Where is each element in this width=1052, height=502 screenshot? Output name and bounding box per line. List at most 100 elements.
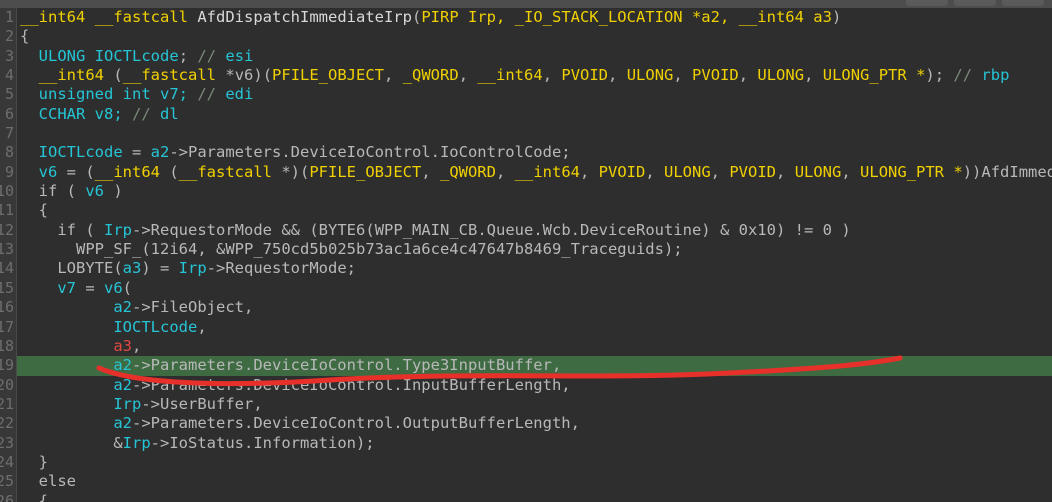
code-line[interactable]: v7 = v6( bbox=[0, 279, 1052, 298]
code-token: Irp, bbox=[458, 8, 515, 26]
code-line[interactable]: a2->FileObject, bbox=[0, 298, 1052, 317]
code-token: WPP_MAIN_CB bbox=[374, 220, 478, 239]
code-token: Parameters.DeviceIoControl.OutputBufferL… bbox=[150, 414, 580, 433]
code-line-highlighted[interactable]: a2->Parameters.DeviceIoControl.Type3Inpu… bbox=[0, 356, 1052, 376]
line-number: 6 bbox=[4, 104, 14, 123]
line-number: 19 bbox=[0, 356, 14, 375]
code-line[interactable]: IOCTLcode, bbox=[0, 318, 1052, 337]
code-area[interactable]: __int64 __fastcall AfdDispatchImmediateI… bbox=[0, 8, 1052, 502]
code-line[interactable]: Irp->UserBuffer, bbox=[0, 395, 1052, 414]
code-token: , bbox=[804, 66, 823, 85]
code-token: ( bbox=[113, 66, 123, 85]
close-button[interactable] bbox=[1002, 0, 1044, 6]
code-token: __int64 bbox=[738, 8, 804, 26]
code-line[interactable]: a2->Parameters.DeviceIoControl.InputBuff… bbox=[0, 376, 1052, 395]
code-token: v7 bbox=[57, 278, 76, 297]
code-token: dl bbox=[160, 104, 179, 123]
code-token: , bbox=[776, 162, 795, 181]
code-token: PVOID bbox=[692, 66, 739, 85]
code-token: , bbox=[608, 66, 627, 85]
code-token: if bbox=[38, 182, 58, 201]
code-line[interactable]: { bbox=[0, 492, 1052, 502]
code-line[interactable]: LOBYTE(a3) = Irp->RequestorMode; bbox=[0, 259, 1052, 278]
code-line[interactable]: ULONG IOCTLcode; // esi bbox=[0, 47, 1052, 66]
code-token: Irp bbox=[122, 433, 151, 452]
line-number: 20 bbox=[0, 375, 14, 394]
code-token: , bbox=[673, 66, 693, 85]
code-token: ( bbox=[113, 259, 123, 278]
code-token: -> bbox=[132, 220, 151, 239]
code-token: PVOID bbox=[598, 162, 646, 181]
code-token: WPP_750cd5b025b73ac1a6ce4c47647b8469_Tra… bbox=[225, 240, 664, 259]
code-token: rbp bbox=[981, 66, 1010, 85]
window-title-bar[interactable] bbox=[0, 0, 1052, 8]
code-line[interactable]: IOCTLcode = a2->Parameters.DeviceIoContr… bbox=[0, 143, 1052, 162]
code-line[interactable]: a3, bbox=[0, 337, 1052, 356]
code-line[interactable]: WPP_SF_(12i64, &WPP_750cd5b025b73ac1a6ce… bbox=[0, 240, 1052, 259]
code-token: __fastcall bbox=[122, 66, 217, 85]
code-token: __int64 bbox=[514, 162, 580, 181]
code-token: ) = bbox=[141, 259, 179, 278]
code-line[interactable]: __int64 __fastcall AfdDispatchImmediateI… bbox=[0, 8, 1052, 27]
line-number: 13 bbox=[0, 240, 14, 259]
code-line[interactable]: if ( Irp->RequestorMode && (BYTE6(WPP_MA… bbox=[0, 221, 1052, 240]
code-token: { bbox=[38, 491, 49, 502]
code-token: a3 bbox=[803, 8, 832, 26]
line-number: 15 bbox=[0, 278, 14, 297]
code-token: v7; bbox=[150, 85, 198, 104]
code-token: // bbox=[132, 104, 161, 123]
code-line[interactable]: a2->Parameters.DeviceIoControl.OutputBuf… bbox=[0, 414, 1052, 433]
code-token: a3 bbox=[113, 336, 132, 355]
code-token: __fastcall bbox=[94, 8, 188, 26]
code-line[interactable] bbox=[0, 124, 1052, 143]
code-line[interactable]: else bbox=[0, 472, 1052, 491]
code-token: = bbox=[76, 278, 104, 297]
code-line[interactable]: unsigned int v7; // edi bbox=[0, 85, 1052, 104]
code-token: ULONG bbox=[794, 162, 842, 181]
code-line[interactable]: __int64 (__fastcall *v6)(PFILE_OBJECT, _… bbox=[0, 66, 1052, 85]
code-token: a3 bbox=[122, 259, 142, 278]
code-token: a2 bbox=[113, 298, 132, 317]
code-token: _IO_STACK_LOCATION bbox=[514, 8, 683, 26]
line-number: 25 bbox=[0, 472, 14, 491]
code-token: PVOID bbox=[561, 66, 609, 85]
code-line[interactable]: } bbox=[0, 453, 1052, 472]
code-token: Parameters.DeviceIoControl.IoControlCode… bbox=[188, 143, 571, 162]
window-controls bbox=[0, 0, 1052, 8]
code-token: -> bbox=[132, 375, 151, 394]
code-line[interactable]: &Irp->IoStatus.Information); bbox=[0, 434, 1052, 453]
decompiler-window: 1 2 3 4 5 6 7 8 9 10 11 12 13 14 15 16 17 18 19 20 21 22 23 24 2… bbox=[0, 0, 1052, 502]
maximize-button[interactable] bbox=[954, 0, 996, 6]
line-number: 23 bbox=[0, 433, 14, 452]
pseudocode-editor[interactable]: 1 2 3 4 5 6 7 8 9 10 11 12 13 14 15 16 17 18 19 20 21 22 23 24 2… bbox=[0, 8, 1052, 502]
line-number-gutter: 1 2 3 4 5 6 7 8 9 10 11 12 13 14 15 16 17 18 19 20 21 22 23 24 2… bbox=[0, 8, 17, 502]
code-line[interactable]: { bbox=[0, 27, 1052, 46]
code-token: __int64 bbox=[38, 66, 104, 85]
code-line[interactable]: { bbox=[0, 201, 1052, 220]
code-token: 0 bbox=[822, 220, 832, 239]
code-token: ); bbox=[925, 66, 954, 85]
code-line[interactable]: v6 = (__int64 (__fastcall *)(PFILE_OBJEC… bbox=[0, 163, 1052, 182]
code-token: , bbox=[738, 66, 758, 85]
line-number: 2 bbox=[4, 27, 14, 46]
code-token: _QWORD bbox=[439, 162, 496, 181]
line-number: 22 bbox=[0, 414, 14, 433]
code-line[interactable]: CCHAR v8; // dl bbox=[0, 105, 1052, 124]
code-token: v6 bbox=[85, 182, 105, 201]
minimize-button[interactable] bbox=[906, 0, 948, 6]
code-line[interactable]: if ( v6 ) bbox=[0, 182, 1052, 201]
code-token: , bbox=[384, 66, 403, 85]
code-token: IoStatus.Information); bbox=[169, 433, 375, 452]
